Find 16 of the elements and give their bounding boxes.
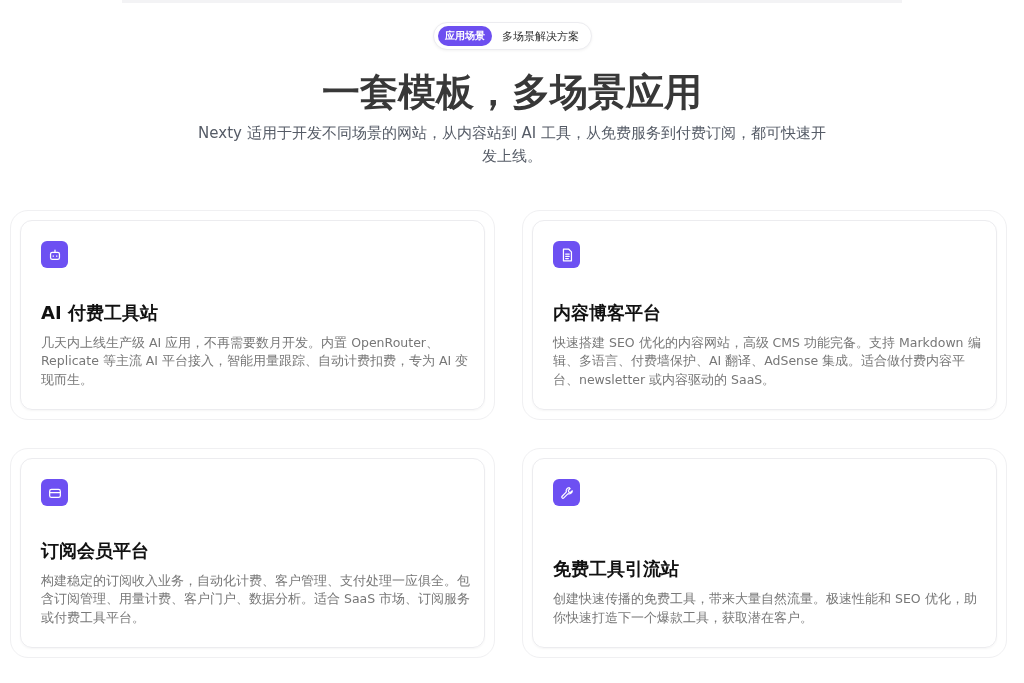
robot-icon xyxy=(41,241,68,268)
card-title: 订阅会员平台 xyxy=(41,538,150,563)
section-heading: 一套模板，多场景应用 xyxy=(322,69,702,116)
document-icon xyxy=(553,241,580,268)
card-description: 几天内上线生产级 AI 应用，不再需要数月开发。内置 OpenRouter、Replicate 等主流 AI 平台接入，智能用量跟踪、自动计费扣费，专为 AI 变现而生。 xyxy=(41,333,470,389)
card-description: 快速搭建 SEO 优化的内容网站，高级 CMS 功能完备。支持 Markdown 编辑、多语言、付费墙保护、AI 翻译、AdSense 集成。适合做付费内容平台、newsletter 或内容驱动的 SaaS。 xyxy=(553,333,982,389)
wrench-icon xyxy=(553,479,580,506)
section-subtitle: Nexty 适用于开发不同场景的网站，从内容站到 AI 工具，从免费服务到付费订阅，都可快速开发上线。 xyxy=(197,123,827,167)
section-tag: 应用场景 xyxy=(437,26,492,46)
card-title: AI 付费工具站 xyxy=(41,300,159,325)
card-description: 构建稳定的订阅收入业务，自动化计费、客户管理、支付处理一应俱全。包含订阅管理、用量计费、客户门户、数据分析。适合 SaaS 市场、订阅服务或付费工具平台。 xyxy=(41,571,471,627)
card-title: 免费工具引流站 xyxy=(553,557,680,581)
credit-card-icon xyxy=(41,479,68,506)
card-title: 内容博客平台 xyxy=(553,300,662,325)
card-description: 创建快速传播的免费工具，带来大量自然流量。极速性能和 SEO 优化，助你快速打造下一个爆款工具，获取潜在客户。 xyxy=(553,590,978,627)
badge-text: 多场景解决方案 xyxy=(501,28,579,44)
